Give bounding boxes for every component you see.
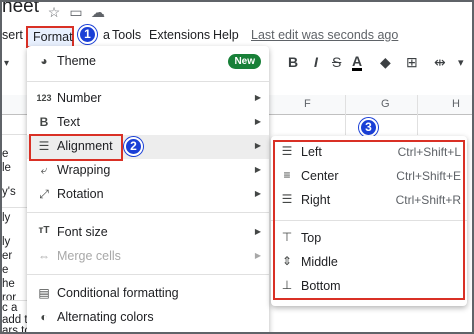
paint-roller-icon: ▤: [38, 286, 50, 300]
menu-item-label: Number: [57, 91, 102, 105]
menu-format[interactable]: Format: [26, 26, 74, 48]
grid-line: [2, 134, 28, 135]
number-format-icon: 123: [36, 93, 52, 103]
borders-icon[interactable]: ⊞: [406, 54, 418, 71]
cell-text[interactable]: le: [2, 162, 11, 174]
step-2-badge: 2: [124, 137, 143, 156]
fill-color-icon[interactable]: ◆: [380, 54, 391, 71]
submenu-arrow-icon: ▶: [254, 117, 261, 126]
menu-item-alternating-colors[interactable]: ◐ Alternating colors: [27, 306, 269, 330]
menu-extensions[interactable]: Extensions: [149, 28, 210, 42]
cell-text[interactable]: ly: [2, 212, 10, 224]
menu-format-label: Format: [33, 30, 73, 44]
format-menu: ◕ Theme New 123 Number ▶ B Text ▶ ☰ Alig…: [27, 46, 269, 332]
submenu-arrow-icon: ▶: [254, 93, 261, 102]
menu-item-label: Conditional formatting: [57, 286, 179, 300]
cell-text[interactable]: ly: [2, 236, 10, 248]
color-drop-icon: ◐: [40, 310, 48, 324]
menu-item-label: Alternating colors: [57, 310, 154, 324]
menu-item-text[interactable]: B Text ▶: [27, 111, 269, 135]
grid-line: [417, 95, 418, 135]
menu-divider: [27, 81, 269, 82]
alignment-highlight-box: [29, 134, 123, 161]
column-header-h[interactable]: H: [452, 98, 460, 110]
move-to-folder-icon[interactable]: ▭: [68, 4, 84, 20]
cell-text[interactable]: e: [2, 148, 8, 160]
menu-divider: [27, 274, 269, 275]
last-edit-link[interactable]: Last edit was seconds ago: [251, 28, 398, 42]
menu-help[interactable]: Help: [213, 28, 239, 42]
menu-divider: [27, 212, 269, 213]
menu-item-label: Font size: [57, 225, 108, 239]
cell-text[interactable]: er: [2, 250, 12, 262]
app-window: heet ☆ ▭ ☁ sert Format a Tools Extension…: [0, 0, 474, 334]
menu-item-label: Text: [57, 115, 80, 129]
menu-item-label: Theme: [57, 54, 96, 68]
submenu-arrow-icon: ▶: [254, 227, 261, 236]
submenu-arrow-icon: ▶: [254, 251, 261, 260]
merge-icon[interactable]: ⇹: [434, 54, 446, 71]
submenu-arrow-icon: ▶: [254, 165, 261, 174]
step-3-badge: 3: [359, 118, 378, 137]
cell-text[interactable]: he: [2, 278, 15, 290]
cell-text[interactable]: y's: [2, 186, 16, 198]
cloud-status-icon[interactable]: ☁: [90, 4, 106, 20]
menu-item-number[interactable]: 123 Number ▶: [27, 87, 269, 111]
menu-data[interactable]: a: [103, 28, 110, 42]
bold-button[interactable]: B: [288, 54, 298, 70]
wrap-text-icon: ⤶: [40, 163, 48, 177]
font-size-icon: тT: [38, 225, 50, 236]
dropdown-caret-icon[interactable]: ▾: [4, 58, 9, 69]
menu-item-label: Merge cells: [57, 249, 121, 263]
grid-line: [2, 300, 28, 301]
cell-text[interactable]: c a: [2, 302, 17, 314]
strikethrough-button[interactable]: S: [332, 54, 341, 70]
menu-item-theme[interactable]: ◕ Theme New: [27, 50, 269, 74]
column-header-f[interactable]: F: [304, 98, 311, 110]
grid-line: [345, 95, 346, 135]
merge-cells-icon: ⇔: [38, 249, 50, 263]
menu-item-label: Wrapping: [57, 163, 111, 177]
menu-insert[interactable]: sert: [2, 28, 23, 42]
menu-item-merge-cells: ⇔ Merge cells ▶: [27, 245, 269, 269]
text-color-button[interactable]: A: [352, 54, 363, 71]
submenu-arrow-icon: ▶: [254, 189, 261, 198]
step-1-badge: 1: [78, 25, 97, 44]
menu-item-rotation[interactable]: ⤢ Rotation ▶: [27, 183, 269, 207]
palette-icon: ◕: [40, 54, 48, 68]
menu-item-wrapping[interactable]: ⤶ Wrapping ▶: [27, 159, 269, 183]
alignment-submenu-highlight-box: [273, 140, 465, 300]
new-badge: New: [228, 54, 261, 69]
grid-line: [2, 207, 28, 208]
document-title[interactable]: heet: [2, 2, 39, 18]
column-header-g[interactable]: G: [381, 98, 390, 110]
text-rotation-icon: ⤢: [39, 187, 49, 201]
submenu-arrow-icon: ▶: [254, 141, 261, 150]
italic-button[interactable]: I: [314, 54, 318, 70]
bold-text-icon: B: [39, 115, 49, 129]
more-caret-icon[interactable]: ▾: [458, 56, 464, 69]
menu-item-label: Rotation: [57, 187, 104, 201]
star-icon[interactable]: ☆: [46, 4, 62, 20]
menu-tools[interactable]: Tools: [112, 28, 141, 42]
menu-item-font-size[interactable]: тT Font size ▶: [27, 221, 269, 245]
cell-text[interactable]: e: [2, 264, 8, 276]
menu-item-conditional-formatting[interactable]: ▤ Conditional formatting: [27, 282, 269, 306]
